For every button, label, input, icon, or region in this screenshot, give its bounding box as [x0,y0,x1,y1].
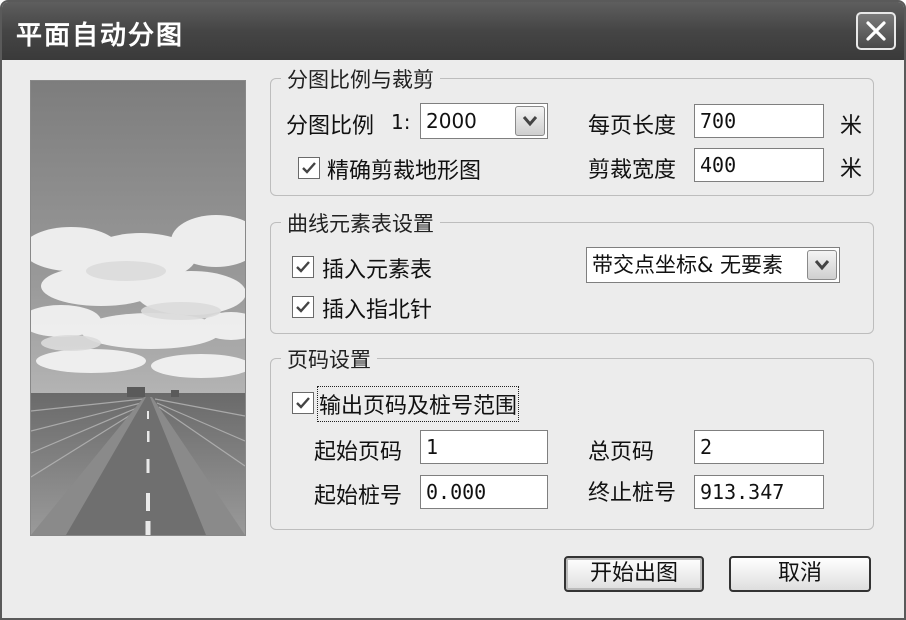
page-length-label: 每页长度 [588,114,677,139]
check-icon [296,301,310,313]
end-station-label: 终止桩号 [588,481,677,506]
clip-width-unit: 米 [840,157,863,182]
insert-table-label: 插入元素表 [322,258,433,283]
table-style-select-value: 带交点坐标& 无要素 [592,253,784,277]
insert-table-checkbox[interactable] [292,256,314,278]
scale-select-value: 2000 [426,109,477,133]
page-number-legend: 页码设置 [281,344,377,374]
cancel-button[interactable]: 取消 [729,556,871,592]
page-length-input[interactable]: 700 [694,104,824,138]
curve-table-legend: 曲线元素表设置 [281,208,440,238]
close-icon [866,21,886,41]
page-length-unit: 米 [840,114,863,139]
start-station-label: 起始桩号 [314,484,403,509]
clip-width-label: 剪裁宽度 [588,158,677,183]
precise-clip-label: 精确剪裁地形图 [327,159,482,184]
dialog-window: 平面自动分图 分图比例与裁剪 分图比例 1: 2000 精确剪裁地形图 每页长度… [0,0,906,620]
check-icon [302,162,316,174]
insert-north-checkbox[interactable] [292,296,314,318]
output-page-checkbox[interactable] [292,392,314,414]
insert-north-label: 插入指北针 [322,298,433,323]
start-output-button[interactable]: 开始出图 [564,556,704,592]
split-scale-legend: 分图比例与裁剪 [281,64,440,94]
clip-width-input[interactable]: 400 [694,148,824,182]
scale-select[interactable]: 2000 [420,103,548,139]
check-icon [296,261,310,273]
scale-prefix: 1: [391,110,411,134]
end-station-input[interactable]: 913.347 [694,475,824,509]
scale-dropdown-button[interactable] [515,106,545,136]
close-button[interactable] [856,12,896,50]
start-page-label: 起始页码 [314,440,403,465]
precise-clip-checkbox[interactable] [298,157,320,179]
start-page-input[interactable]: 1 [420,430,548,464]
title-bar: 平面自动分图 [2,2,904,60]
road-landscape-image [30,80,246,536]
start-station-input[interactable]: 0.000 [420,475,548,509]
output-page-label: 输出页码及桩号范围 [316,386,520,422]
chevron-down-icon [814,260,830,271]
check-icon [296,397,310,409]
total-pages-input[interactable]: 2 [694,430,824,464]
window-title: 平面自动分图 [16,21,185,51]
table-style-select[interactable]: 带交点坐标& 无要素 [586,247,840,283]
total-pages-label: 总页码 [588,440,655,465]
scale-label: 分图比例 [286,114,375,139]
table-style-dropdown-button[interactable] [807,250,837,280]
chevron-down-icon [522,116,538,127]
